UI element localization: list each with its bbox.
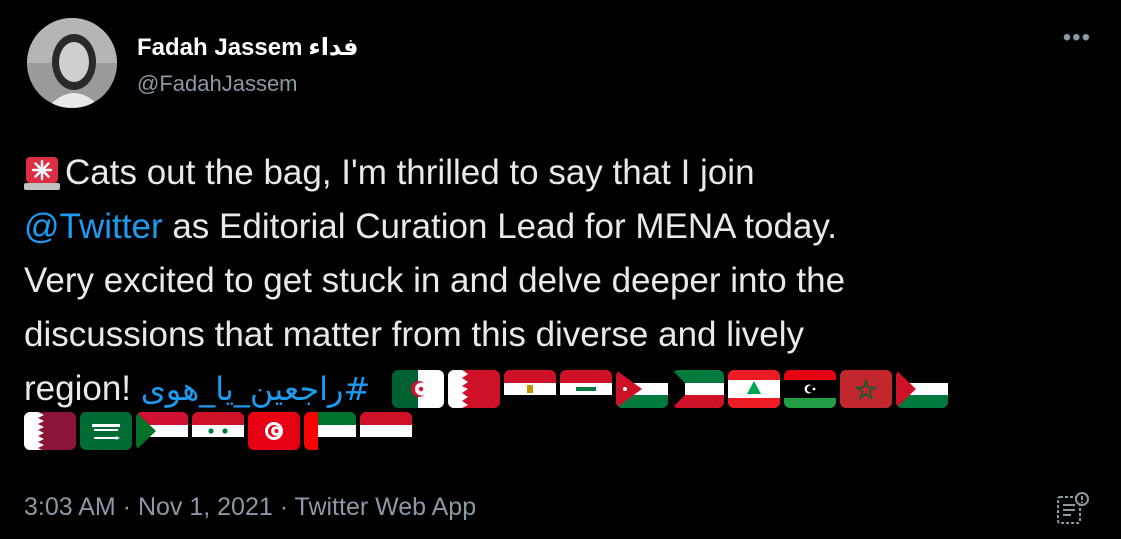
flag-uae-icon xyxy=(304,412,356,450)
user-handle[interactable]: @FadahJassem xyxy=(137,71,359,97)
tweet-line-4: discussions that matter from this divers… xyxy=(24,315,805,354)
tweet-meta: 3:03 AM · Nov 1, 2021 · Twitter Web App xyxy=(24,492,476,522)
flag-syria-icon xyxy=(192,412,244,450)
flags-row-2 xyxy=(24,412,412,450)
flag-qatar-icon xyxy=(24,412,76,450)
meta-separator-2: · xyxy=(272,493,295,521)
display-name-latin: Fadah Jassem xyxy=(137,34,303,61)
flag-morocco-icon xyxy=(840,370,893,408)
flag-jordan-icon xyxy=(616,370,669,408)
hashtag-link[interactable]: #راجعين_يا_هوى xyxy=(141,362,371,416)
display-name[interactable]: Fadah Jassem فداء xyxy=(137,33,359,62)
avatar[interactable] xyxy=(27,18,117,108)
tweet-line-3: Very excited to get stuck in and delve d… xyxy=(24,261,846,300)
tweet-line-1: Cats out the bag, I'm thrilled to say th… xyxy=(24,146,1104,200)
flag-saudi-arabia-icon xyxy=(80,412,132,450)
flag-libya-icon xyxy=(784,370,837,408)
flag-yemen-icon xyxy=(360,412,412,450)
avatar-image xyxy=(27,18,117,108)
tweet-date[interactable]: Nov 1, 2021 xyxy=(138,493,273,521)
meta-separator: · xyxy=(115,493,138,521)
flag-sudan-icon xyxy=(136,412,188,450)
tweet-time[interactable]: 3:03 AM xyxy=(24,493,116,521)
display-name-arabic: فداء xyxy=(308,33,359,61)
flag-lebanon-icon xyxy=(728,370,781,408)
tweet-source[interactable]: Twitter Web App xyxy=(295,493,477,521)
flag-iraq-icon xyxy=(560,370,613,408)
flag-kuwait-icon xyxy=(672,370,725,408)
flag-algeria-icon xyxy=(392,370,445,408)
tweet-text: Cats out the bag, I'm thrilled to say th… xyxy=(24,146,1104,416)
more-icon[interactable]: ••• xyxy=(1063,26,1091,50)
analytics-icon[interactable] xyxy=(1055,491,1091,525)
tweet-line-2: @Twitter as Editorial Curation Lead for … xyxy=(24,200,1104,254)
flag-tunisia-icon xyxy=(248,412,300,450)
flag-egypt-icon xyxy=(504,370,557,408)
tweet-line-5-text: region! xyxy=(24,369,141,408)
flag-palestine-icon xyxy=(896,370,949,408)
tweet-line-2-text: as Editorial Curation Lead for MENA toda… xyxy=(162,207,838,246)
flag-bahrain-icon xyxy=(448,370,501,408)
siren-icon xyxy=(24,157,60,190)
tweet-line-5: region! #راجعين_يا_هوى xyxy=(24,362,1104,416)
mention-link[interactable]: @Twitter xyxy=(24,200,163,254)
tweet-line-1-text: Cats out the bag, I'm thrilled to say th… xyxy=(65,153,755,192)
author-info[interactable]: Fadah Jassem فداء @FadahJassem xyxy=(137,33,359,97)
flags-row-1 xyxy=(392,370,949,408)
